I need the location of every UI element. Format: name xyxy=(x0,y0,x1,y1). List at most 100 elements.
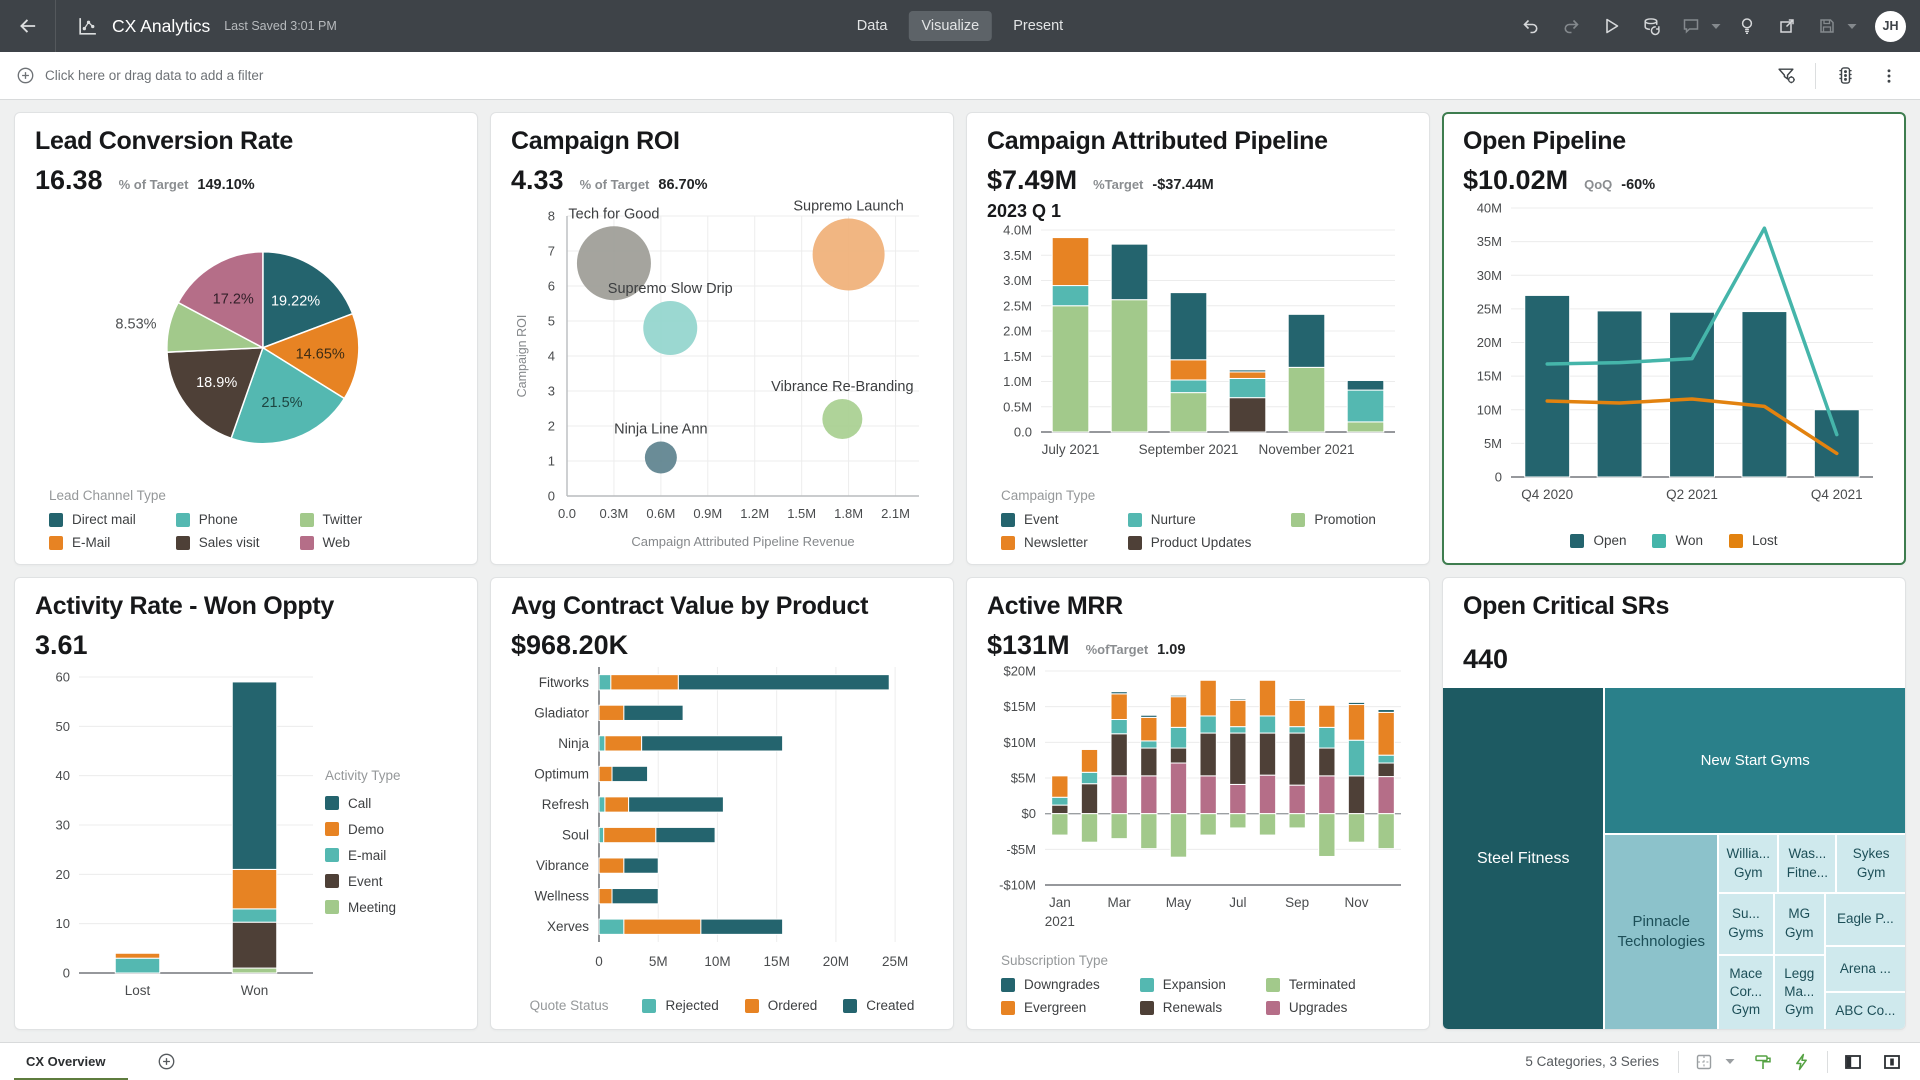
treemap-tile[interactable]: Was... Fitne... xyxy=(1778,834,1836,892)
comment-dropdown[interactable] xyxy=(1707,8,1725,44)
layout-left-panel-button[interactable] xyxy=(1839,1048,1867,1076)
legend-item[interactable]: Expansion xyxy=(1140,977,1226,992)
legend-item[interactable]: Event xyxy=(325,874,457,889)
comment-button[interactable] xyxy=(1673,8,1709,44)
treemap-tile[interactable]: Mace Cor... Gym xyxy=(1718,955,1774,1030)
card-title: Lead Conversion Rate xyxy=(35,127,457,156)
back-button[interactable] xyxy=(0,0,56,52)
card-campaign-attributed-pipeline[interactable]: Campaign Attributed Pipeline $7.49M %Tar… xyxy=(966,112,1430,565)
legend-item[interactable]: Direct mail xyxy=(49,512,136,527)
svg-text:0.0: 0.0 xyxy=(1014,425,1032,440)
treemap-tile[interactable]: Sykes Gym xyxy=(1836,834,1906,892)
export-button[interactable] xyxy=(1769,8,1805,44)
card-open-critical-srs[interactable]: Open Critical SRs 440 Steel FitnessNew S… xyxy=(1442,577,1906,1030)
legend-item[interactable]: Evergreen xyxy=(1001,1000,1100,1015)
legend-item[interactable]: E-mail xyxy=(325,848,457,863)
tab-present[interactable]: Present xyxy=(1000,11,1076,41)
legend-swatch xyxy=(1128,513,1142,527)
legend-item[interactable]: Rejected xyxy=(642,998,718,1013)
treemap-tile[interactable]: Willia... Gym xyxy=(1718,834,1778,892)
legend-item[interactable]: E-Mail xyxy=(49,535,136,550)
add-canvas-button[interactable] xyxy=(150,1045,184,1079)
treemap-tile[interactable]: Su... Gyms xyxy=(1718,893,1774,955)
card-campaign-roi[interactable]: Campaign ROI 4.33 % of Target 86.70% 0.0… xyxy=(490,112,954,565)
kpi-subtitle: 2023 Q 1 xyxy=(987,201,1409,222)
treemap-tile[interactable]: MG Gym xyxy=(1774,893,1825,955)
legend-item[interactable]: Downgrades xyxy=(1001,977,1100,992)
legend-item[interactable]: Won xyxy=(1652,533,1703,548)
treemap-chart[interactable]: Steel FitnessNew Start GymsPinnacle Tech… xyxy=(1442,687,1906,1030)
treemap-tile[interactable]: ABC Co... xyxy=(1825,992,1906,1030)
refresh-data-button[interactable] xyxy=(1633,8,1669,44)
avatar[interactable]: JH xyxy=(1875,11,1906,42)
stacked-bar-chart[interactable]: 0.00.5M1.0M1.5M2.0M2.5M3.0M3.5M4.0MJuly … xyxy=(987,222,1409,486)
line-chart-logo-icon xyxy=(76,15,99,38)
legend-item[interactable]: Phone xyxy=(176,512,260,527)
combo-bar-line-chart[interactable]: 05M10M15M20M25M30M35M40MQ4 2020Q2 2021Q4… xyxy=(1463,198,1885,529)
legend-item[interactable]: Meeting xyxy=(325,900,457,915)
legend-item[interactable]: Web xyxy=(300,535,363,550)
legend-item[interactable]: Upgrades xyxy=(1266,1000,1356,1015)
legend-item[interactable]: Sales visit xyxy=(176,535,260,550)
legend-item[interactable]: Nurture xyxy=(1128,512,1252,527)
legend-item[interactable]: Lost xyxy=(1729,533,1778,548)
filter-settings-button[interactable] xyxy=(1771,61,1801,91)
legend-item[interactable]: Ordered xyxy=(745,998,818,1013)
treemap-tile[interactable]: Legg Ma... Gym xyxy=(1774,955,1825,1030)
auto-insights-button[interactable] xyxy=(1788,1048,1816,1076)
card-activity-rate-won-oppty[interactable]: Activity Rate - Won Oppty 3.61 010203040… xyxy=(14,577,478,1030)
legend-label: Lost xyxy=(1752,533,1778,548)
card-lead-conversion-rate[interactable]: Lead Conversion Rate 16.38 % of Target 1… xyxy=(14,112,478,565)
save-button[interactable] xyxy=(1809,8,1845,44)
save-dropdown[interactable] xyxy=(1843,8,1861,44)
svg-text:21.5%: 21.5% xyxy=(261,395,302,411)
legend-item[interactable]: Product Updates xyxy=(1128,535,1252,550)
legend-item[interactable]: Open xyxy=(1570,533,1626,548)
kpi-value: 4.33 xyxy=(511,165,564,196)
redo-button[interactable] xyxy=(1553,8,1589,44)
bubble-chart[interactable]: 0.00.3M0.6M0.9M1.2M1.5M1.8M2.1M012345678… xyxy=(511,198,933,554)
stacked-bar-chart[interactable]: -$10M-$5M$0$5M$10M$15M$20MJan2021MarMayJ… xyxy=(987,663,1409,951)
canvas-tab-cx-overview[interactable]: CX Overview xyxy=(14,1043,128,1080)
legend-item[interactable]: Twitter xyxy=(300,512,363,527)
legend-item[interactable]: Demo xyxy=(325,822,457,837)
layout-center-panel-button[interactable] xyxy=(1878,1048,1906,1076)
visualization-settings-button[interactable] xyxy=(1830,61,1860,91)
legend-item[interactable]: Promotion xyxy=(1291,512,1376,527)
card-avg-contract-value[interactable]: Avg Contract Value by Product $968.20K 0… xyxy=(490,577,954,1030)
svg-text:Optimum: Optimum xyxy=(534,766,589,781)
svg-text:1.2M: 1.2M xyxy=(740,506,769,521)
card-open-pipeline[interactable]: Open Pipeline $10.02M QoQ -60% 05M10M15M… xyxy=(1442,112,1906,565)
treemap-tile[interactable]: Eagle P... xyxy=(1825,893,1906,946)
legend-item[interactable]: Event xyxy=(1001,512,1088,527)
treemap-tile[interactable]: Arena ... xyxy=(1825,946,1906,992)
grid-layout-dropdown[interactable] xyxy=(1722,1048,1738,1076)
legend-item[interactable]: Newsletter xyxy=(1001,535,1088,550)
add-filter-prompt[interactable]: Click here or drag data to add a filter xyxy=(16,66,263,85)
insights-button[interactable] xyxy=(1729,8,1765,44)
more-options-button[interactable] xyxy=(1874,61,1904,91)
treemap-tile[interactable]: Steel Fitness xyxy=(1442,687,1604,1030)
grid-layout-button[interactable] xyxy=(1690,1048,1718,1076)
treemap-tile[interactable]: Pinnacle Technologies xyxy=(1604,834,1718,1030)
treemap-tile[interactable]: New Start Gyms xyxy=(1604,687,1906,834)
canvas-style-button[interactable] xyxy=(1749,1048,1777,1076)
svg-text:$0: $0 xyxy=(1022,806,1036,821)
kpi-value: 440 xyxy=(1463,644,1508,675)
legend-label: Web xyxy=(323,535,351,550)
stacked-bar-chart[interactable]: 0102030405060LostWon xyxy=(35,663,319,1019)
tab-data[interactable]: Data xyxy=(844,11,901,41)
legend-item[interactable]: Created xyxy=(843,998,914,1013)
tab-visualize[interactable]: Visualize xyxy=(908,11,992,41)
card-active-mrr[interactable]: Active MRR $131M %ofTarget 1.09 -$10M-$5… xyxy=(966,577,1430,1030)
svg-text:$10M: $10M xyxy=(1003,735,1036,750)
legend-item[interactable]: Terminated xyxy=(1266,977,1356,992)
legend-item[interactable]: Call xyxy=(325,796,457,811)
legend-item[interactable]: Renewals xyxy=(1140,1000,1226,1015)
svg-text:0: 0 xyxy=(63,966,70,981)
undo-button[interactable] xyxy=(1513,8,1549,44)
legend-swatch xyxy=(1291,513,1305,527)
horizontal-stacked-bar-chart[interactable]: 05M10M15M20M25MFitworksGladiatorNinjaOpt… xyxy=(511,663,933,994)
pie-chart[interactable]: 19.22%14.65%21.5%18.9%8.53%17.2% xyxy=(35,198,457,486)
run-button[interactable] xyxy=(1593,8,1629,44)
